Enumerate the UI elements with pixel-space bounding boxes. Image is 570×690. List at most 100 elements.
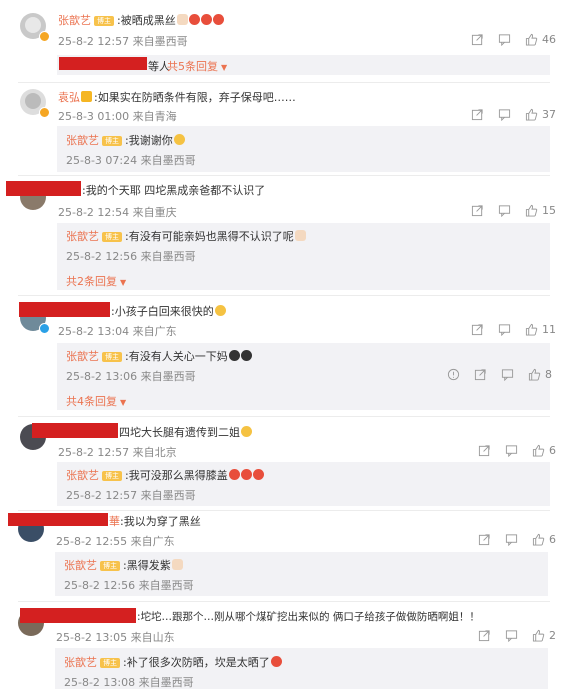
comment-icon <box>498 324 511 336</box>
chevron-down-icon: ▼ <box>120 398 127 407</box>
comment-button[interactable] <box>498 204 511 217</box>
comment-button[interactable] <box>498 323 511 336</box>
reply-box: 张歆艺 博主:补了很多次防晒，坎是太晒了 25-8-2 13:08 来自墨西哥 <box>55 648 548 689</box>
like-button[interactable]: 15 <box>525 204 556 217</box>
like-count: 11 <box>542 323 556 336</box>
cat-emoji-icon <box>294 230 306 241</box>
comment-text: 華:我以为穿了黑丝 <box>109 513 201 529</box>
laugh-emoji-icon <box>270 656 282 667</box>
reply-meta: 25-8-2 12:57 来自墨西哥 <box>66 489 196 502</box>
comment-body: :如果实在防晒条件有限，弃子保母吧…… <box>94 91 296 104</box>
comment-button[interactable] <box>505 444 518 457</box>
blogger-tag: 博主 <box>102 232 122 242</box>
redacted-name <box>20 608 136 623</box>
share-button[interactable] <box>471 33 484 46</box>
comment-text: :坨坨…跟那个…刚从哪个煤矿挖出来似的 俩口子给孩子做做防晒啊姐！！ <box>137 609 480 624</box>
comment-body: :被晒成黑丝 <box>117 14 176 27</box>
comment-username[interactable]: 张歆艺 <box>58 14 91 27</box>
more-replies-link[interactable]: 共5条回复 ▼ <box>167 58 227 74</box>
more-replies-link[interactable]: 共4条回复 ▼ <box>66 393 126 409</box>
share-icon <box>478 445 490 457</box>
reply-username[interactable]: 张歆艺 <box>64 656 97 669</box>
more-replies-link[interactable]: 共2条回复 ▼ <box>66 273 126 289</box>
share-button[interactable] <box>471 108 484 121</box>
comment-meta: 25-8-2 13:05 来自山东 <box>56 631 175 644</box>
share-button[interactable] <box>478 629 491 642</box>
like-button[interactable]: 46 <box>525 33 556 46</box>
like-icon <box>525 323 538 336</box>
divider <box>18 295 550 296</box>
reply-body: :黑得发紫 <box>123 559 171 572</box>
laugh-emoji-icon <box>212 14 224 25</box>
redacted-name <box>59 57 147 70</box>
comment-icon <box>505 630 518 642</box>
like-button[interactable]: 11 <box>525 323 556 336</box>
redacted-name <box>32 423 118 438</box>
blogger-tag: 博主 <box>100 658 120 668</box>
comment-button[interactable] <box>505 533 518 546</box>
comment-body: :我以为穿了黑丝 <box>120 515 201 528</box>
comment-actions: 6 <box>464 533 556 546</box>
chevron-down-icon: ▼ <box>221 63 228 72</box>
cry-emoji-icon <box>240 350 252 361</box>
divider <box>18 175 550 176</box>
share-button[interactable] <box>478 533 491 546</box>
comment-button[interactable] <box>498 33 511 46</box>
reply-summary: 等人 共5条回复 ▼ <box>57 55 550 75</box>
like-button[interactable]: 8 <box>528 368 552 381</box>
reply-username[interactable]: 张歆艺 <box>64 559 97 572</box>
laugh-emoji-icon <box>188 14 200 25</box>
comment-icon <box>498 34 511 46</box>
share-button[interactable] <box>471 204 484 217</box>
like-button[interactable]: 2 <box>532 629 556 642</box>
reply-box: 张歆艺 博主:我可没那么黑得膝盖 25-8-2 12:57 来自墨西哥 <box>57 462 550 506</box>
cry-emoji-icon <box>228 350 240 361</box>
like-icon <box>525 204 538 217</box>
divider <box>18 510 550 511</box>
comment-text: 四坨大长腿有遗传到二姐 <box>119 424 252 440</box>
reply-text: 张歆艺 博主:黑得发紫 <box>64 557 183 573</box>
like-count: 37 <box>542 108 556 121</box>
comment-actions: 2 <box>464 629 556 642</box>
comment-username[interactable]: 袁弘 <box>58 91 80 104</box>
share-button[interactable] <box>478 444 491 457</box>
cat-emoji-icon <box>176 14 188 25</box>
comment-button[interactable] <box>505 629 518 642</box>
reply-username[interactable]: 张歆艺 <box>66 134 99 147</box>
more-replies-label: 共5条回复 <box>167 60 218 73</box>
comment-body: :坨坨…跟那个…刚从哪个煤矿挖出来似的 俩口子给孩子做做防晒啊姐！！ <box>137 611 480 623</box>
like-button[interactable]: 6 <box>532 533 556 546</box>
share-icon <box>471 109 483 121</box>
like-count: 15 <box>542 204 556 217</box>
divider <box>18 601 550 602</box>
comment-icon <box>501 369 514 381</box>
comment-icon <box>498 205 511 217</box>
share-icon <box>471 34 483 46</box>
comment-body: 四坨大长腿有遗传到二姐 <box>119 426 240 439</box>
share-button[interactable] <box>474 368 487 381</box>
share-button[interactable] <box>471 323 484 336</box>
reply-box: 张歆艺 博主:有没有人关心一下妈 25-8-2 13:06 来自墨西哥 8 共4条… <box>57 343 552 410</box>
reply-username[interactable]: 张歆艺 <box>66 230 99 243</box>
report-button[interactable] <box>447 368 460 381</box>
reply-box: 张歆艺 博主:我谢谢你 25-8-3 07:24 来自墨西哥 <box>57 126 550 172</box>
divider <box>18 82 550 83</box>
blogger-tag: 博主 <box>102 471 122 481</box>
reply-text: 张歆艺 博主:有没有人关心一下妈 <box>66 348 252 364</box>
laugh-emoji-icon <box>214 305 226 316</box>
reply-username[interactable]: 张歆艺 <box>66 350 99 363</box>
like-button[interactable]: 6 <box>532 444 556 457</box>
redacted-name <box>19 302 110 317</box>
reply-meta: 25-8-2 13:06 来自墨西哥 <box>66 370 196 383</box>
like-icon <box>528 368 541 381</box>
comment-username-tail[interactable]: 華 <box>109 515 120 528</box>
comment-button[interactable] <box>498 108 511 121</box>
reply-username[interactable]: 张歆艺 <box>66 469 99 482</box>
chevron-down-icon: ▼ <box>120 278 127 287</box>
comment-button[interactable] <box>501 368 514 381</box>
more-replies-label: 共4条回复 <box>66 395 117 408</box>
share-icon <box>471 205 483 217</box>
like-button[interactable]: 37 <box>525 108 556 121</box>
like-icon <box>532 533 545 546</box>
comment-meta: 25-8-2 12:57 来自北京 <box>58 446 177 459</box>
